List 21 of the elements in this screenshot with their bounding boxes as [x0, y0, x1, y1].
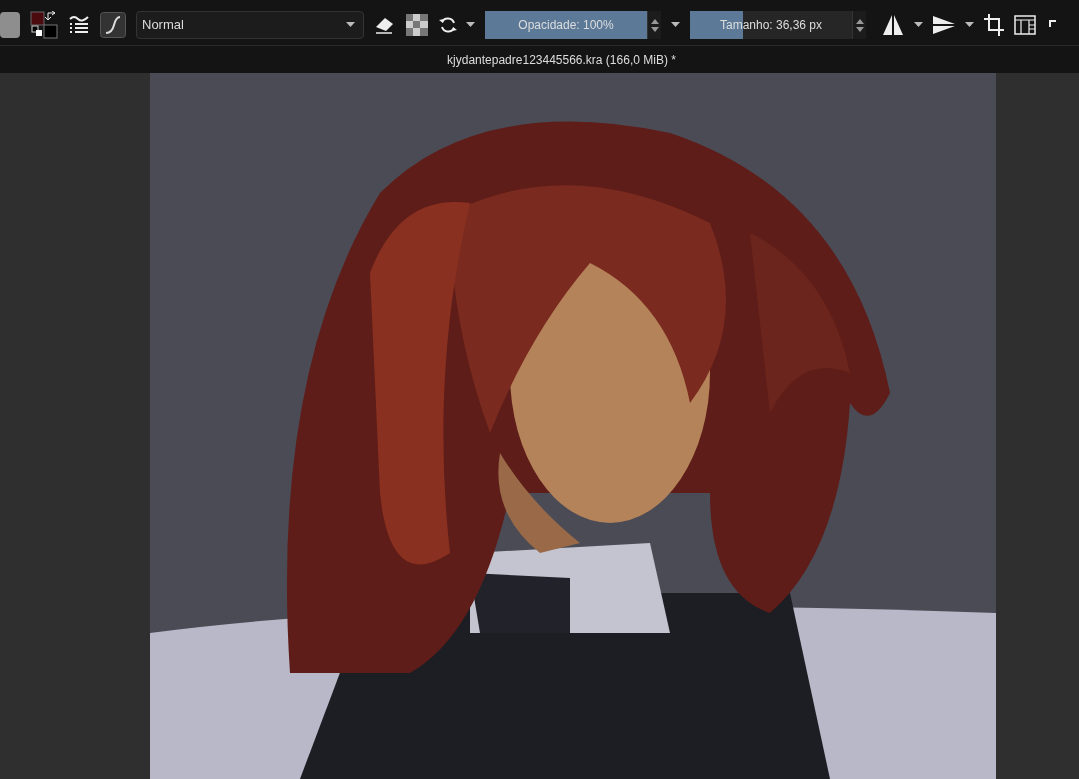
curve-icon[interactable]	[100, 12, 126, 38]
crop-icon[interactable]	[984, 14, 1004, 36]
layout-icon[interactable]	[1014, 15, 1036, 35]
checkerboard-icon[interactable]	[406, 14, 428, 36]
spin-buttons[interactable]	[647, 11, 661, 39]
slider-label: Opacidade: 100%	[518, 18, 614, 32]
caret-icon[interactable]	[965, 22, 974, 28]
caret-icon[interactable]	[346, 22, 355, 28]
document-tab[interactable]: kjydantepadre123445566.kra (166,0 MiB) *	[403, 50, 676, 69]
refresh-icon[interactable]	[438, 15, 458, 35]
blend-mode-dropdown[interactable]: Normal	[136, 11, 364, 39]
mirror-horizontal-icon[interactable]	[882, 15, 904, 35]
brush-preset-swatch[interactable]	[0, 12, 20, 38]
mirror-vertical-icon[interactable]	[933, 16, 955, 34]
caret-icon[interactable]	[671, 22, 680, 28]
color-swatches-icon[interactable]	[30, 11, 58, 39]
caret-icon[interactable]	[914, 22, 923, 28]
spin-buttons[interactable]	[852, 11, 866, 39]
eraser-icon[interactable]	[374, 15, 396, 35]
caret-icon[interactable]	[466, 22, 475, 28]
brush-settings-icon[interactable]	[68, 15, 90, 35]
